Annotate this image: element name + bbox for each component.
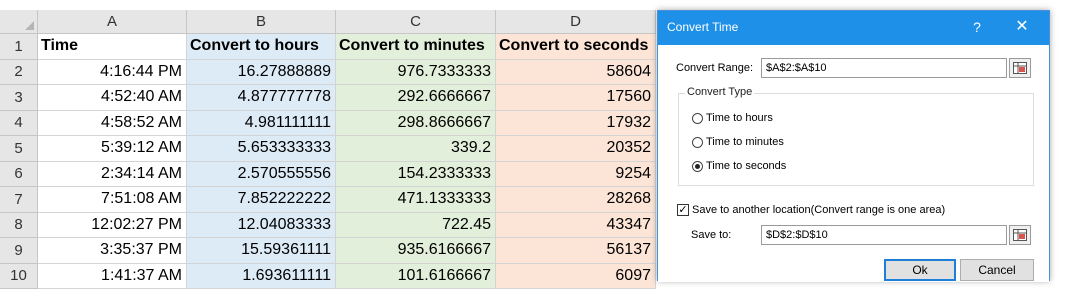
column-header-row: A B C D	[0, 10, 656, 34]
option-time-to-minutes[interactable]: Time to minutes	[692, 136, 784, 148]
cell-c7[interactable]: 471.1333333	[336, 187, 496, 213]
cell-a4[interactable]: 4:58:52 AM	[38, 110, 187, 136]
close-button[interactable]: ✕	[1011, 17, 1033, 37]
table-row: 7 7:51:08 AM 7.852222222 471.1333333 28268	[0, 187, 656, 213]
save-to-picker-button[interactable]	[1009, 225, 1031, 245]
table-row: 1 Time Convert to hours Convert to minutes C…	[0, 34, 656, 60]
cell-d7[interactable]: 28268	[496, 187, 656, 213]
dialog-titlebar[interactable]: Convert Time ? ✕	[658, 11, 1049, 45]
range-select-icon	[1013, 62, 1027, 74]
option-label-seconds: Time to seconds	[706, 160, 787, 172]
table-row: 2 4:16:44 PM 16.27888889 976.7333333 58604	[0, 59, 656, 85]
cell-d4[interactable]: 17932	[496, 110, 656, 136]
save-to-input[interactable]: $D$2:$D$10	[761, 225, 1007, 245]
save-location-label: Save to another location(Convert range i…	[692, 204, 946, 216]
radio-minutes[interactable]	[692, 136, 703, 148]
help-button[interactable]: ?	[967, 17, 987, 37]
column-header-c[interactable]: C	[336, 10, 496, 34]
column-header-b[interactable]: B	[187, 10, 336, 34]
convert-time-dialog: Convert Time ? ✕ Convert Range: $A$2:$A$…	[657, 10, 1050, 282]
cell-b3[interactable]: 4.877777778	[187, 85, 336, 111]
cell-d8[interactable]: 43347	[496, 212, 656, 238]
cell-b6[interactable]: 2.570555556	[187, 161, 336, 187]
cell-c3[interactable]: 292.6666667	[336, 85, 496, 111]
table-row: 4 4:58:52 AM 4.981111111 298.8666667 17932	[0, 110, 656, 136]
row-header[interactable]: 4	[0, 110, 38, 136]
row-header[interactable]: 7	[0, 187, 38, 213]
cell-a7[interactable]: 7:51:08 AM	[38, 187, 187, 213]
cell-a3[interactable]: 4:52:40 AM	[38, 85, 187, 111]
row-header[interactable]: 6	[0, 161, 38, 187]
convert-range-picker-button[interactable]	[1009, 58, 1031, 78]
cell-c9[interactable]: 935.6166667	[336, 238, 496, 264]
convert-type-title: Convert Type	[685, 86, 755, 98]
cell-a10[interactable]: 1:41:37 AM	[38, 263, 187, 289]
cell-d10[interactable]: 6097	[496, 263, 656, 289]
save-location-checkbox[interactable]: ✓	[677, 204, 689, 216]
dialog-title: Convert Time	[667, 20, 739, 34]
row-header[interactable]: 1	[0, 34, 38, 60]
radio-hours[interactable]	[692, 112, 703, 124]
cell-d9[interactable]: 56137	[496, 238, 656, 264]
radio-seconds[interactable]	[692, 160, 703, 172]
option-time-to-hours[interactable]: Time to hours	[692, 112, 773, 124]
convert-type-group: Convert Type Time to hours Time to minut…	[678, 86, 1034, 186]
cell-d1[interactable]: Convert to seconds	[496, 34, 656, 60]
cell-b5[interactable]: 5.653333333	[187, 136, 336, 162]
select-all-corner[interactable]	[0, 10, 38, 34]
table-row: 6 2:34:14 AM 2.570555556 154.2333333 9254	[0, 161, 656, 187]
table-row: 3 4:52:40 AM 4.877777778 292.6666667 17560	[0, 85, 656, 111]
table-row: 9 3:35:37 PM 15.59361111 935.6166667 56137	[0, 238, 656, 264]
cell-a1[interactable]: Time	[38, 34, 187, 60]
convert-range-input[interactable]: $A$2:$A$10	[761, 58, 1007, 78]
option-label-minutes: Time to minutes	[706, 136, 784, 148]
cell-c10[interactable]: 101.6166667	[336, 263, 496, 289]
cell-c2[interactable]: 976.7333333	[336, 59, 496, 85]
cell-a5[interactable]: 5:39:12 AM	[38, 136, 187, 162]
range-select-icon	[1013, 229, 1027, 241]
table-row: 8 12:02:27 PM 12.04083333 722.45 43347	[0, 212, 656, 238]
row-header[interactable]: 5	[0, 136, 38, 162]
ok-button[interactable]: Ok	[884, 259, 956, 281]
cell-a9[interactable]: 3:35:37 PM	[38, 238, 187, 264]
cell-c5[interactable]: 339.2	[336, 136, 496, 162]
column-header-a[interactable]: A	[38, 10, 187, 34]
cell-grid: 1 Time Convert to hours Convert to minutes C…	[0, 34, 656, 289]
row-header[interactable]: 3	[0, 85, 38, 111]
cell-a8[interactable]: 12:02:27 PM	[38, 212, 187, 238]
cell-b10[interactable]: 1.693611111	[187, 263, 336, 289]
cell-b9[interactable]: 15.59361111	[187, 238, 336, 264]
cell-b7[interactable]: 7.852222222	[187, 187, 336, 213]
column-header-d[interactable]: D	[496, 10, 656, 34]
table-row: 5 5:39:12 AM 5.653333333 339.2 20352	[0, 136, 656, 162]
save-to-label: Save to:	[691, 229, 732, 241]
convert-range-label: Convert Range:	[676, 62, 754, 74]
row-header[interactable]: 2	[0, 59, 38, 85]
cell-b8[interactable]: 12.04083333	[187, 212, 336, 238]
dialog-body: Convert Range: $A$2:$A$10 Convert Type T…	[658, 45, 1049, 282]
cell-a2[interactable]: 4:16:44 PM	[38, 59, 187, 85]
row-header[interactable]: 8	[0, 212, 38, 238]
cell-d6[interactable]: 9254	[496, 161, 656, 187]
cell-b4[interactable]: 4.981111111	[187, 110, 336, 136]
cell-d2[interactable]: 58604	[496, 59, 656, 85]
save-to-another-location-row[interactable]: ✓ Save to another location(Convert range…	[677, 204, 945, 216]
row-header[interactable]: 9	[0, 238, 38, 264]
option-label-hours: Time to hours	[706, 112, 773, 124]
option-time-to-seconds[interactable]: Time to seconds	[692, 160, 786, 172]
cell-d5[interactable]: 20352	[496, 136, 656, 162]
cell-c6[interactable]: 154.2333333	[336, 161, 496, 187]
cancel-button[interactable]: Cancel	[960, 259, 1034, 281]
cell-c4[interactable]: 298.8666667	[336, 110, 496, 136]
row-header[interactable]: 10	[0, 263, 38, 289]
cell-c1[interactable]: Convert to minutes	[336, 34, 496, 60]
table-row: 10 1:41:37 AM 1.693611111 101.6166667 6097	[0, 263, 656, 289]
cell-c8[interactable]: 722.45	[336, 212, 496, 238]
cell-b1[interactable]: Convert to hours	[187, 34, 336, 60]
cell-b2[interactable]: 16.27888889	[187, 59, 336, 85]
cell-a6[interactable]: 2:34:14 AM	[38, 161, 187, 187]
cell-d3[interactable]: 17560	[496, 85, 656, 111]
